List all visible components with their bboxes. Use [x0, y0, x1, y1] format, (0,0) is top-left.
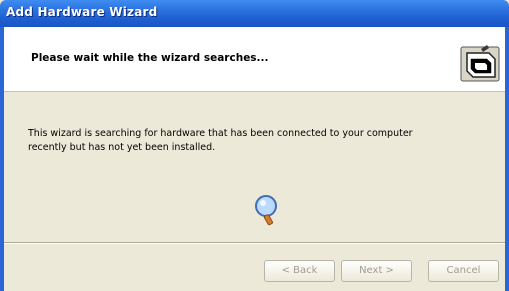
wizard-heading: Please wait while the wizard searches... — [31, 52, 269, 64]
window-border-right — [505, 27, 509, 291]
wizard-header: Please wait while the wizard searches... — [4, 27, 505, 92]
window-title: Add Hardware Wizard — [6, 5, 158, 19]
next-button[interactable]: Next > — [341, 260, 412, 282]
hardware-wizard-icon — [460, 45, 500, 82]
back-button[interactable]: < Back — [264, 260, 335, 282]
title-bar[interactable]: Add Hardware Wizard — [0, 0, 509, 27]
cancel-button[interactable]: Cancel — [428, 260, 499, 282]
description-line-1: This wizard is searching for hardware th… — [28, 128, 413, 139]
magnifier-search-icon — [255, 195, 277, 226]
description-line-2: recently but has not yet been installed. — [28, 142, 216, 153]
button-separator — [4, 242, 505, 244]
wizard-description: This wizard is searching for hardware th… — [28, 127, 448, 155]
